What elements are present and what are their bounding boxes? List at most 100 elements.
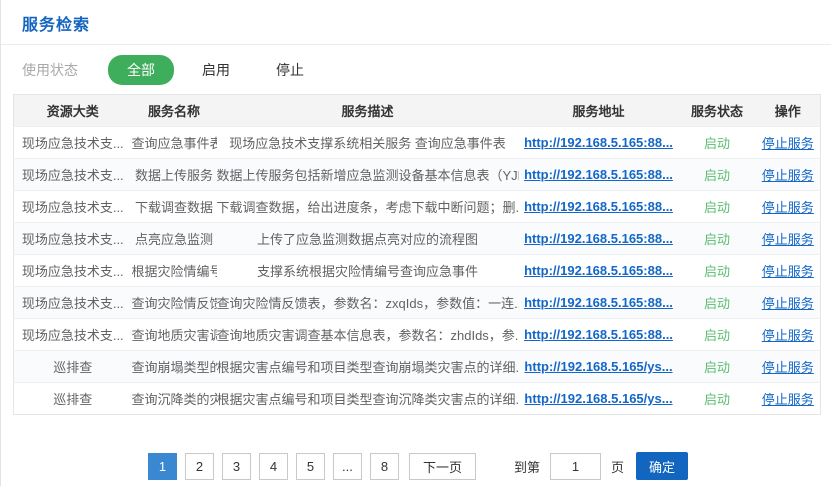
service-url-link[interactable]: http://192.168.5.165:88...	[524, 231, 673, 246]
next-page-button[interactable]: 下一页	[409, 453, 476, 480]
cell-action: 停止服务	[756, 191, 821, 223]
cell-category: 现场应急技术支...	[14, 127, 132, 159]
cell-description: 查询地质灾害调查基本信息表，参数名：zhdIds，参...	[217, 319, 519, 351]
cell-service-url: http://192.168.5.165:88...	[519, 191, 679, 223]
status-badge: 启动	[704, 328, 730, 343]
cell-service-name: 点亮应急监测	[132, 223, 217, 255]
confirm-button[interactable]: 确定	[636, 452, 688, 480]
cell-service-url: http://192.168.5.165:88...	[519, 255, 679, 287]
cell-category: 现场应急技术支...	[14, 319, 132, 351]
table-row: 巡排查 查询沉降类的灾... 根据灾害点编号和项目类型查询沉降类灾害点的详细..…	[14, 383, 821, 415]
page-button[interactable]: 4	[259, 453, 288, 480]
cell-description: 数据上传服务包括新增应急监测设备基本信息表（YJB...	[217, 159, 519, 191]
cell-service-name: 下载调查数据	[132, 191, 217, 223]
cell-service-url: http://192.168.5.165:88...	[519, 159, 679, 191]
column-header-description: 服务描述	[217, 95, 519, 127]
goto-page-input[interactable]	[550, 453, 601, 480]
stop-service-link[interactable]: 停止服务	[762, 136, 814, 151]
page-button[interactable]: 2	[185, 453, 214, 480]
service-url-link[interactable]: http://192.168.5.165:88...	[524, 263, 673, 278]
cell-action: 停止服务	[756, 223, 821, 255]
cell-service-url: http://192.168.5.165:88...	[519, 223, 679, 255]
pagination: 1 2 3 4 5 ... 8 下一页 到第 页 确定	[1, 452, 831, 480]
cell-service-name: 查询应急事件表	[132, 127, 217, 159]
service-url-link[interactable]: http://192.168.5.165/ys...	[524, 391, 672, 406]
status-badge: 启动	[704, 136, 730, 151]
service-search-panel: 服务检索 使用状态 全部 启用 停止 资源大类 服务名称 服务描述 服务地址 服…	[0, 0, 831, 486]
stop-service-link[interactable]: 停止服务	[762, 360, 814, 375]
table-row: 现场应急技术支... 点亮应急监测 上传了应急监测数据点亮对应的流程图 http…	[14, 223, 821, 255]
table-row: 现场应急技术支... 查询灾险情反馈... 查询灾险情反馈表，参数名：zxqId…	[14, 287, 821, 319]
cell-description: 上传了应急监测数据点亮对应的流程图	[217, 223, 519, 255]
stop-service-link[interactable]: 停止服务	[762, 200, 814, 215]
table-row: 现场应急技术支... 下载调查数据 下载调查数据，给出进度条，考虑下载中断问题；…	[14, 191, 821, 223]
cell-action: 停止服务	[756, 351, 821, 383]
page-title: 服务检索	[22, 17, 90, 34]
page-button[interactable]: 1	[148, 453, 177, 480]
page-button[interactable]: 5	[296, 453, 325, 480]
stop-service-link[interactable]: 停止服务	[762, 232, 814, 247]
cell-status: 启动	[679, 287, 756, 319]
filter-label: 使用状态	[22, 60, 78, 80]
status-filter-bar: 使用状态 全部 启用 停止	[1, 45, 831, 94]
cell-status: 启动	[679, 319, 756, 351]
cell-category: 现场应急技术支...	[14, 159, 132, 191]
stop-service-link[interactable]: 停止服务	[762, 168, 814, 183]
cell-service-name: 查询沉降类的灾...	[132, 383, 217, 415]
filter-option-enabled[interactable]: 启用	[202, 60, 230, 80]
table-row: 巡排查 查询崩塌类型的... 根据灾害点编号和项目类型查询崩塌类灾害点的详细..…	[14, 351, 821, 383]
pagination-pages: 1 2 3 4 5 ... 8	[144, 453, 403, 480]
status-badge: 启动	[704, 168, 730, 183]
cell-description: 支撑系统根据灾险情编号查询应急事件	[217, 255, 519, 287]
cell-action: 停止服务	[756, 127, 821, 159]
goto-page-label: 到第	[514, 457, 540, 476]
cell-category: 现场应急技术支...	[14, 287, 132, 319]
status-badge: 启动	[704, 392, 730, 407]
cell-description: 查询灾险情反馈表，参数名：zxqIds，参数值：一连...	[217, 287, 519, 319]
service-url-link[interactable]: http://192.168.5.165/ys...	[524, 359, 672, 374]
status-badge: 启动	[704, 264, 730, 279]
services-table: 资源大类 服务名称 服务描述 服务地址 服务状态 操作 现场应急技术支... 查…	[13, 94, 821, 415]
stop-service-link[interactable]: 停止服务	[762, 296, 814, 311]
stop-service-link[interactable]: 停止服务	[762, 392, 814, 407]
service-url-link[interactable]: http://192.168.5.165:88...	[524, 199, 673, 214]
status-badge: 启动	[704, 232, 730, 247]
service-url-link[interactable]: http://192.168.5.165:88...	[524, 167, 673, 182]
cell-action: 停止服务	[756, 159, 821, 191]
cell-category: 现场应急技术支...	[14, 191, 132, 223]
cell-service-url: http://192.168.5.165/ys...	[519, 351, 679, 383]
service-url-link[interactable]: http://192.168.5.165:88...	[524, 327, 673, 342]
cell-status: 启动	[679, 127, 756, 159]
cell-status: 启动	[679, 351, 756, 383]
page-button[interactable]: 3	[222, 453, 251, 480]
page-header: 服务检索	[1, 0, 831, 45]
service-url-link[interactable]: http://192.168.5.165:88...	[524, 135, 673, 150]
column-header-action: 操作	[756, 95, 821, 127]
cell-category: 现场应急技术支...	[14, 255, 132, 287]
cell-category: 巡排查	[14, 351, 132, 383]
filter-option-all[interactable]: 全部	[108, 55, 174, 85]
column-header-status: 服务状态	[679, 95, 756, 127]
cell-service-name: 查询地质灾害调...	[132, 319, 217, 351]
cell-service-url: http://192.168.5.165:88...	[519, 127, 679, 159]
page-button[interactable]: ...	[333, 453, 362, 480]
column-header-url: 服务地址	[519, 95, 679, 127]
cell-description: 下载调查数据，给出进度条，考虑下载中断问题；删...	[217, 191, 519, 223]
table-row: 现场应急技术支... 数据上传服务 数据上传服务包括新增应急监测设备基本信息表（…	[14, 159, 821, 191]
stop-service-link[interactable]: 停止服务	[762, 264, 814, 279]
filter-option-stopped[interactable]: 停止	[276, 60, 304, 80]
column-header-name: 服务名称	[132, 95, 217, 127]
table-header: 资源大类 服务名称 服务描述 服务地址 服务状态 操作	[14, 95, 821, 127]
cell-service-name: 根据灾险情编号...	[132, 255, 217, 287]
cell-description: 根据灾害点编号和项目类型查询崩塌类灾害点的详细...	[217, 351, 519, 383]
cell-status: 启动	[679, 223, 756, 255]
goto-page-suffix: 页	[611, 457, 624, 476]
stop-service-link[interactable]: 停止服务	[762, 328, 814, 343]
cell-service-url: http://192.168.5.165/ys...	[519, 383, 679, 415]
cell-service-name: 查询灾险情反馈...	[132, 287, 217, 319]
cell-service-name: 数据上传服务	[132, 159, 217, 191]
status-badge: 启动	[704, 200, 730, 215]
service-url-link[interactable]: http://192.168.5.165:88...	[524, 295, 673, 310]
status-badge: 启动	[704, 360, 730, 375]
page-button[interactable]: 8	[370, 453, 399, 480]
